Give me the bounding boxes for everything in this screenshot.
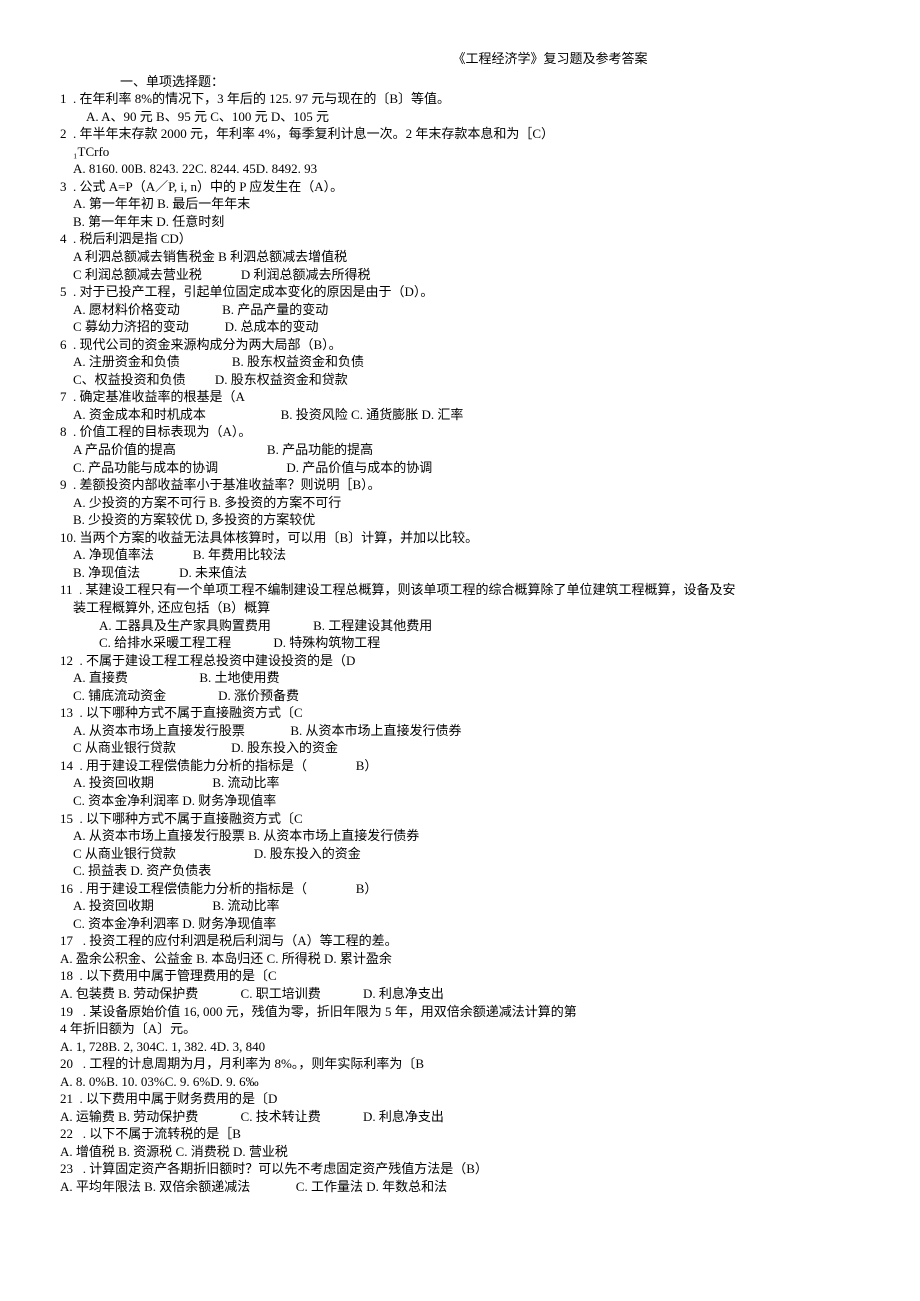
document-title: 《工程经济学》复习题及参考答案 <box>240 50 860 68</box>
text-line: A. 第一年年初 B. 最后一年年末 <box>60 195 860 213</box>
text-line: A. 增值税 B. 资源税 C. 消费税 D. 营业税 <box>60 1143 860 1161</box>
text-line: A. 净现值率法 B. 年费用比较法 <box>60 546 860 564</box>
text-line: A 产品价值的提高 B. 产品功能的提高 <box>60 441 860 459</box>
text-line: C 利润总额减去营业税 D 利润总额减去所得税 <box>60 266 860 284</box>
text-line: 1 . 在年利率 8%的情况下，3 年后的 125. 97 元与现在的〔B〕等值… <box>60 90 860 108</box>
text-line: A. 8160. 00B. 8243. 22C. 8244. 45D. 8492… <box>60 160 860 178</box>
text-line: C. 给排水采暖工程工程 D. 特殊构筑物工程 <box>60 634 860 652</box>
text-line: 3 . 公式 A=P（A／P, i, n）中的 P 应发生在（A）。 <box>60 178 860 196</box>
text-line: 装工程概算外, 还应包括（B）概算 <box>60 599 860 617</box>
text-line: A. 注册资金和负债 B. 股东权益资金和负债 <box>60 353 860 371</box>
text-line: 10. 当两个方案的收益无法具体核算时，可以用〔B〕计算，并加以比较。 <box>60 529 860 547</box>
text-line: 23 . 计算固定资产各期折旧额时？可以先不考虑固定资产残值方法是（B） <box>60 1160 860 1178</box>
text-line: 7 . 确定基准收益率的根基是（A <box>60 388 860 406</box>
text-line: A. 从资本市场上直接发行股票 B. 从资本市场上直接发行债券 <box>60 722 860 740</box>
text-line: A. 从资本市场上直接发行股票 B. 从资本市场上直接发行债券 <box>60 827 860 845</box>
text-line: 14 . 用于建设工程偿债能力分析的指标是（ B） <box>60 757 860 775</box>
text-line: 8 . 价值工程的目标表现为（A）。 <box>60 423 860 441</box>
text-line: 4 年折旧额为〔A〕元。 <box>60 1020 860 1038</box>
text-line: C. 资本金净利泗率 D. 财务净现值率 <box>60 915 860 933</box>
text-line: A. 包装费 B. 劳动保护费 C. 职工培训费 D. 利息净支出 <box>60 985 860 1003</box>
text-line: C 募幼力济招的变动 D. 总成本的变动 <box>60 318 860 336</box>
text-line: A. 直接费 B. 土地使用费 <box>60 669 860 687</box>
text-line: 12 . 不属于建设工程工程总投资中建设投资的是（D <box>60 652 860 670</box>
text-line: 16 . 用于建设工程偿债能力分析的指标是（ B） <box>60 880 860 898</box>
text-line: B. 第一年年末 D. 任意时刻 <box>60 213 860 231</box>
section-heading: 一、单项选择题： <box>120 73 860 91</box>
text-line: 9 . 差额投资内部收益率小于基准收益率？则说明［B）。 <box>60 476 860 494</box>
text-line: 4 . 税后利泗是指 CD） <box>60 230 860 248</box>
text-line: A. 8. 0%B. 10. 03%C. 9. 6%D. 9. 6‰ <box>60 1073 860 1091</box>
text-line: C 从商业银行贷款 D. 股东投入的资金 <box>60 845 860 863</box>
text-line: A. 少投资的方案不可行 B. 多投资的方案不可行 <box>60 494 860 512</box>
text-line: A. 盈余公积金、公益金 B. 本岛归还 C. 所得税 D. 累计盈余 <box>60 950 860 968</box>
text-line: 2 . 年半年末存款 2000 元，年利率 4%，每季复利计息一次。2 年末存款… <box>60 125 860 143</box>
text-line: 21 . 以下费用中属于财务费用的是〔D <box>60 1090 860 1108</box>
question-content: 1 . 在年利率 8%的情况下，3 年后的 125. 97 元与现在的〔B〕等值… <box>60 90 860 1195</box>
text-line: A. 1, 728B. 2, 304C. 1, 382. 4D. 3, 840 <box>60 1038 860 1056</box>
text-line: C. 损益表 D. 资产负债表 <box>60 862 860 880</box>
text-line: B. 净现值法 D. 未来值法 <box>60 564 860 582</box>
text-line: A. 运输费 B. 劳动保护费 C. 技术转让费 D. 利息净支出 <box>60 1108 860 1126</box>
text-line: C. 产品功能与成本的协调 D. 产品价值与成本的协调 <box>60 459 860 477</box>
text-line: A. 愿材料价格变动 B. 产品产量的变动 <box>60 301 860 319</box>
text-line: A. 投资回收期 B. 流动比率 <box>60 897 860 915</box>
text-line: A. 平均年限法 B. 双倍余额递减法 C. 工作量法 D. 年数总和法 <box>60 1178 860 1196</box>
text-line: 22 . 以下不属于流转税的是［B <box>60 1125 860 1143</box>
text-line: C、权益投资和负债 D. 股东权益资金和贷款 <box>60 371 860 389</box>
text-line: 5 . 对于已投产工程，引起单位固定成本变化的原因是由于（D）。 <box>60 283 860 301</box>
text-line: 6 . 现代公司的资金来源构成分为两大局部（B）。 <box>60 336 860 354</box>
text-line: A. 投资回收期 B. 流动比率 <box>60 774 860 792</box>
text-line: C 从商业银行贷款 D. 股东投入的资金 <box>60 739 860 757</box>
text-line: A. 资金成本和时机成本 B. 投资风险 C. 通货膨胀 D. 汇率 <box>60 406 860 424</box>
text-line: 13 . 以下哪种方式不属于直接融资方式〔C <box>60 704 860 722</box>
text-line: 11 . 某建设工程只有一个单项工程不编制建设工程总概算，则该单项工程的综合概算… <box>60 581 860 599</box>
text-line: 18 . 以下费用中属于管理费用的是〔C <box>60 967 860 985</box>
text-line: 20 . 工程的计息周期为月，月利率为 8%。，则年实际利率为〔B <box>60 1055 860 1073</box>
text-line: ₁TCrfo <box>60 143 860 161</box>
text-line: 17 . 投资工程的应付利泗是税后利润与（A）等工程的差。 <box>60 932 860 950</box>
text-line: 19 . 某设备原始价值 16, 000 元，残值为零，折旧年限为 5 年，用双… <box>60 1003 860 1021</box>
text-line: A 利泗总额减去销售税金 B 利泗总额减去增值税 <box>60 248 860 266</box>
text-line: A. A、90 元 B、95 元 C、100 元 D、105 元 <box>60 108 860 126</box>
text-line: 15 . 以下哪种方式不属于直接融资方式〔C <box>60 810 860 828</box>
text-line: C. 铺底流动资金 D. 涨价预备费 <box>60 687 860 705</box>
text-line: C. 资本金净利润率 D. 财务净现值率 <box>60 792 860 810</box>
text-line: A. 工器具及生产家具购置费用 B. 工程建设其他费用 <box>60 617 860 635</box>
text-line: B. 少投资的方案较优 D, 多投资的方案较优 <box>60 511 860 529</box>
